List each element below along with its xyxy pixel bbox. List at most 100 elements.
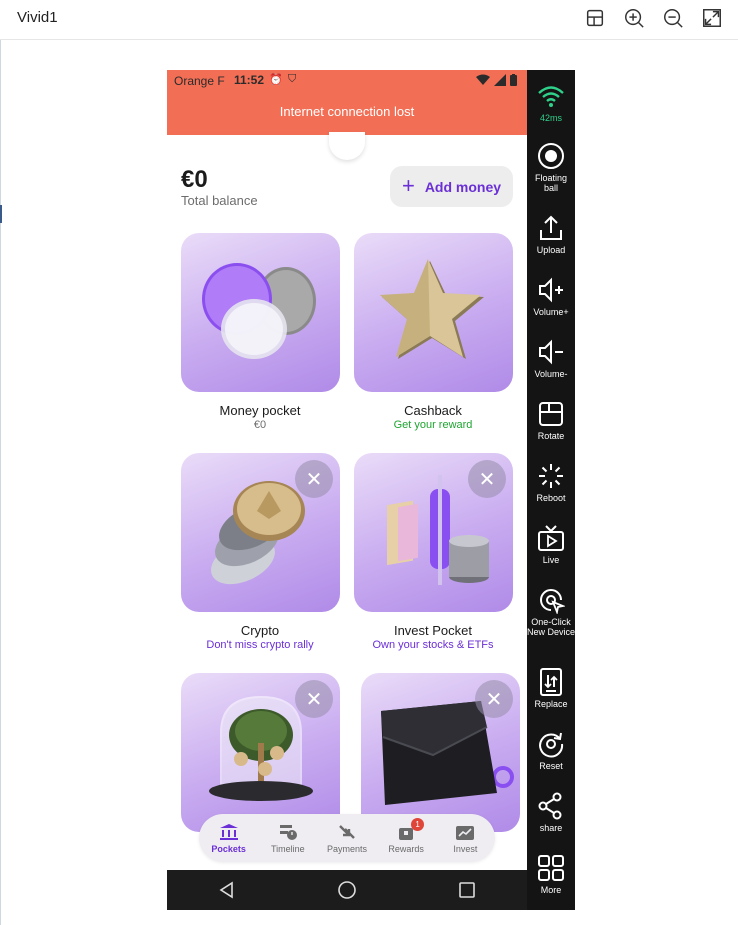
- card-subtitle-cashback: Get your reward: [393, 419, 473, 431]
- network-latency-button[interactable]: 42ms: [527, 82, 575, 123]
- money-pocket-illustration: [202, 263, 316, 359]
- upload-icon: [540, 215, 562, 240]
- nav-pockets[interactable]: Pockets: [200, 823, 258, 854]
- sidebar-label-reboot: Reboot: [536, 493, 566, 503]
- invest-icon: [456, 825, 475, 840]
- live-icon: [538, 525, 564, 551]
- floating-ball-icon: [538, 143, 564, 169]
- nav-label-rewards: Rewards: [388, 843, 424, 854]
- sidebar-label-rotate: Rotate: [537, 431, 565, 441]
- carrier-label: Orange F: [174, 74, 225, 88]
- card-title-invest-pocket: Invest Pocket: [393, 623, 473, 638]
- status-bar: Orange F 11:52 ⏰ ⛉: [167, 70, 527, 92]
- card-subtitle-money-pocket: €0: [253, 419, 267, 431]
- alarm-icon: ⏰: [269, 74, 283, 86]
- add-money-button[interactable]: + Add money: [390, 166, 513, 207]
- nav-timeline[interactable]: Timeline: [259, 823, 317, 854]
- new-device-icon: [540, 589, 565, 614]
- zoom-in-icon[interactable]: [622, 6, 646, 30]
- close-invest-card-button[interactable]: ✕: [468, 460, 506, 498]
- window-title: Vivid1: [17, 9, 58, 26]
- rotate-screen-icon: [539, 402, 563, 426]
- pull-refresh-indicator: [329, 132, 365, 160]
- card-title-crypto: Crypto: [240, 623, 280, 638]
- sidebar-label-more: More: [540, 885, 562, 895]
- wifi-status-icon: [476, 74, 490, 85]
- sidebar-label-live: Live: [542, 555, 560, 565]
- invest-pocket-card[interactable]: ✕: [354, 453, 513, 612]
- card-subtitle-invest-pocket: Own your stocks & ETFs: [372, 639, 494, 651]
- nav-label-timeline: Timeline: [270, 843, 305, 854]
- window-left-marker: [0, 205, 2, 223]
- floating-ball-button[interactable]: Floating ball: [527, 142, 575, 193]
- card-title-money-pocket: Money pocket: [219, 403, 301, 418]
- reboot-button[interactable]: Reboot: [527, 462, 575, 503]
- sidebar-label-reset: Reset: [539, 761, 563, 771]
- nav-label-pockets: Pockets: [211, 843, 246, 854]
- sidebar-label-upload: Upload: [536, 245, 566, 255]
- volume-up-icon: [539, 277, 563, 303]
- bottom-navigation: Pockets Timeline Payments 1 Rewards Inve…: [199, 814, 495, 862]
- nav-invest[interactable]: Invest: [436, 823, 494, 854]
- volume-down-icon: [539, 339, 563, 365]
- close-savings-card-button[interactable]: ✕: [295, 680, 333, 718]
- sidebar-label-new-device: One-Click New Device: [527, 617, 576, 637]
- back-icon[interactable]: [217, 880, 237, 900]
- rotate-button[interactable]: Rotate: [527, 400, 575, 441]
- more-icon: [538, 855, 564, 881]
- shield-icon: ⛉: [288, 73, 297, 85]
- add-money-label: Add money: [424, 178, 502, 195]
- reboot-icon: [539, 464, 563, 488]
- zoom-out-icon[interactable]: [661, 6, 685, 30]
- sidebar-label-share: share: [539, 823, 563, 833]
- new-device-button[interactable]: One-Click New Device: [527, 586, 575, 637]
- window-titlebar: Vivid1: [0, 0, 738, 40]
- device-control-sidebar: 42ms Floating ball Upload Volume+ Volume…: [527, 70, 575, 910]
- bank-icon: [219, 823, 238, 840]
- home-icon[interactable]: [337, 880, 357, 900]
- share-button[interactable]: share: [527, 792, 575, 833]
- app-window: Vivid1 Orange F 11:52 ⏰ ⛉ Internet conne…: [0, 0, 738, 925]
- rotate-icon[interactable]: [583, 6, 607, 30]
- clock: 11:52: [234, 73, 265, 87]
- sidebar-label-floating-ball: Floating ball: [534, 173, 568, 193]
- balance-amount: €0: [181, 166, 208, 193]
- sidebar-label-volume-up: Volume+: [533, 307, 569, 317]
- close-wallet-card-button[interactable]: ✕: [475, 680, 513, 718]
- fullscreen-icon[interactable]: [700, 6, 724, 30]
- balance-label: Total balance: [181, 193, 258, 208]
- reset-button[interactable]: Reset: [527, 730, 575, 771]
- nav-label-payments: Payments: [326, 843, 367, 854]
- nav-rewards[interactable]: 1 Rewards: [377, 817, 435, 854]
- connection-lost-banner: Internet connection lost: [167, 92, 527, 135]
- money-pocket-card[interactable]: [181, 233, 340, 392]
- payments-icon: [339, 824, 355, 839]
- replace-button[interactable]: Replace: [527, 668, 575, 709]
- reset-icon: [539, 732, 564, 758]
- card-title-cashback: Cashback: [404, 403, 462, 418]
- card-subtitle-crypto: Don't miss crypto rally: [206, 639, 314, 651]
- timeline-icon: [279, 824, 297, 840]
- signal-icon: [494, 74, 506, 86]
- rewards-badge: 1: [411, 817, 425, 831]
- volume-down-button[interactable]: Volume-: [527, 338, 575, 379]
- live-button[interactable]: Live: [527, 524, 575, 565]
- recents-icon[interactable]: [457, 880, 477, 900]
- sidebar-label-volume-down: Volume-: [534, 369, 568, 379]
- phone-screen: Orange F 11:52 ⏰ ⛉ Internet connection l…: [167, 70, 527, 910]
- nav-payments[interactable]: Payments: [318, 823, 376, 854]
- cashback-card[interactable]: [354, 233, 513, 392]
- plus-icon: +: [401, 172, 415, 198]
- volume-up-button[interactable]: Volume+: [527, 276, 575, 317]
- more-button[interactable]: More: [527, 854, 575, 895]
- nav-label-invest: Invest: [453, 843, 478, 854]
- savings-card[interactable]: ✕: [181, 673, 340, 832]
- sidebar-label-replace: Replace: [534, 699, 568, 709]
- wallet-card[interactable]: ✕: [361, 673, 520, 832]
- crypto-card[interactable]: ✕: [181, 453, 340, 612]
- close-crypto-card-button[interactable]: ✕: [295, 460, 333, 498]
- window-left-border: [0, 40, 1, 925]
- wifi-icon: [538, 86, 564, 107]
- upload-button[interactable]: Upload: [527, 214, 575, 255]
- battery-icon: [510, 74, 517, 86]
